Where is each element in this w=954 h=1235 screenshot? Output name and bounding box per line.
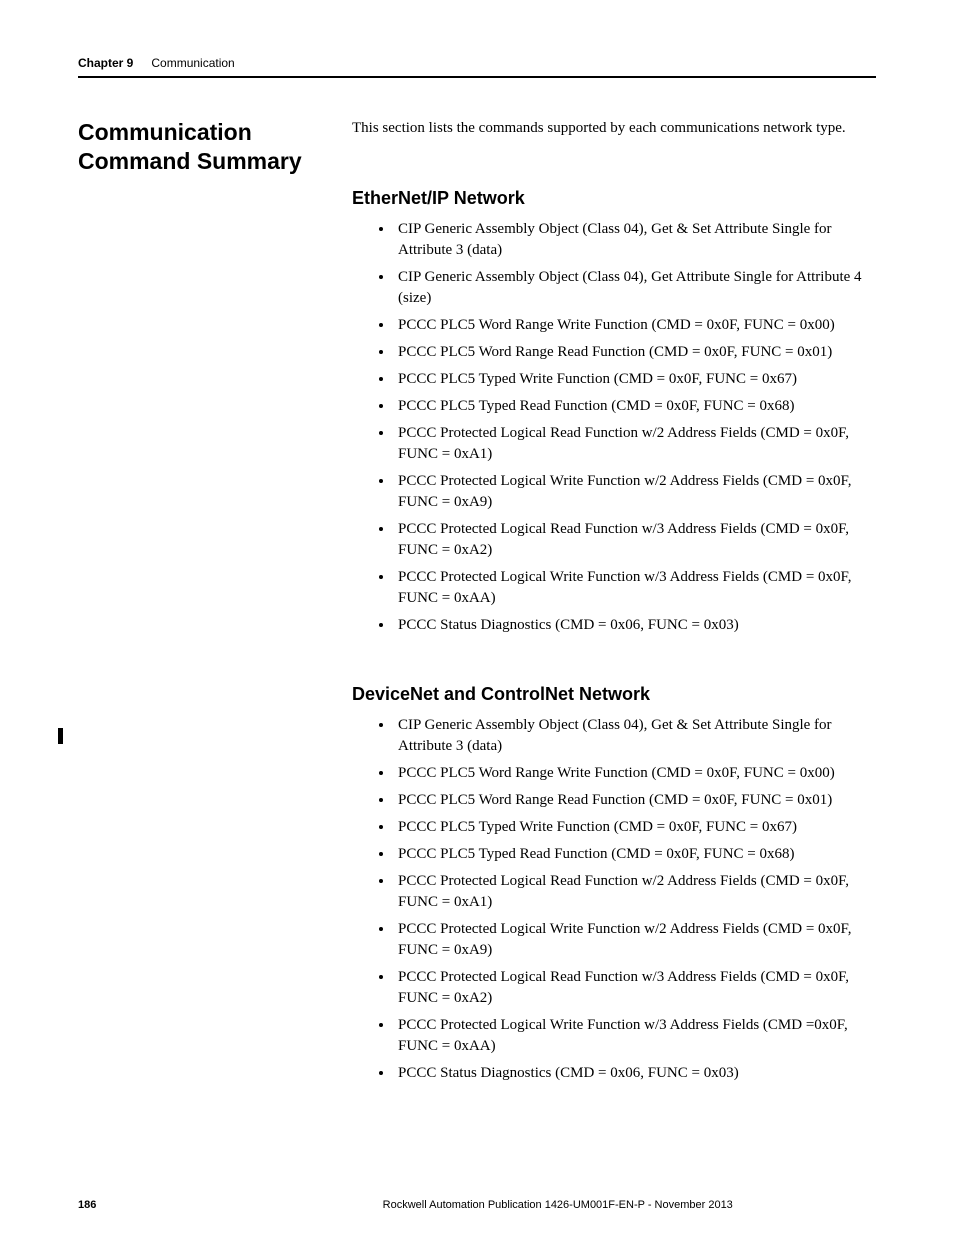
list-item: PCCC PLC5 Typed Read Function (CMD = 0x0…: [394, 396, 876, 417]
subsection-heading-ethernet: EtherNet/IP Network: [352, 188, 876, 209]
page-footer: 186 Rockwell Automation Publication 1426…: [78, 1199, 876, 1211]
publication-info: Rockwell Automation Publication 1426-UM0…: [383, 1199, 733, 1211]
subsection-heading-devicenet: DeviceNet and ControlNet Network: [352, 684, 876, 705]
list-item: PCCC PLC5 Word Range Write Function (CMD…: [394, 763, 876, 784]
list-item: CIP Generic Assembly Object (Class 04), …: [394, 715, 876, 757]
section-heading: Communication Command Summary: [78, 118, 318, 176]
page-number: 186: [78, 1199, 96, 1211]
list-item: PCCC Status Diagnostics (CMD = 0x06, FUN…: [394, 615, 876, 636]
running-head: Chapter 9 Communication: [78, 56, 876, 78]
list-item: CIP Generic Assembly Object (Class 04), …: [394, 219, 876, 261]
list-item: PCCC Protected Logical Write Function w/…: [394, 919, 876, 961]
list-item: PCCC Protected Logical Read Function w/3…: [394, 967, 876, 1009]
running-head-title: Communication: [151, 56, 234, 70]
list-item: PCCC Protected Logical Read Function w/2…: [394, 423, 876, 465]
ethernet-list: CIP Generic Assembly Object (Class 04), …: [394, 219, 876, 636]
list-item: PCCC Protected Logical Write Function w/…: [394, 471, 876, 513]
intro-paragraph: This section lists the commands supporte…: [352, 118, 876, 140]
list-item: PCCC PLC5 Word Range Write Function (CMD…: [394, 315, 876, 336]
list-item: PCCC PLC5 Typed Write Function (CMD = 0x…: [394, 369, 876, 390]
list-item: PCCC PLC5 Word Range Read Function (CMD …: [394, 342, 876, 363]
list-item: PCCC Protected Logical Write Function w/…: [394, 1015, 876, 1057]
change-bar-icon: [58, 728, 63, 744]
list-item: PCCC PLC5 Typed Read Function (CMD = 0x0…: [394, 844, 876, 865]
running-head-chapter: Chapter 9: [78, 56, 133, 70]
list-item: PCCC Status Diagnostics (CMD = 0x06, FUN…: [394, 1063, 876, 1084]
list-item: PCCC Protected Logical Read Function w/2…: [394, 871, 876, 913]
list-item: PCCC PLC5 Word Range Read Function (CMD …: [394, 790, 876, 811]
list-item: PCCC Protected Logical Read Function w/3…: [394, 519, 876, 561]
list-item: PCCC PLC5 Typed Write Function (CMD = 0x…: [394, 817, 876, 838]
devicenet-list: CIP Generic Assembly Object (Class 04), …: [394, 715, 876, 1084]
list-item: CIP Generic Assembly Object (Class 04), …: [394, 267, 876, 309]
list-item: PCCC Protected Logical Write Function w/…: [394, 567, 876, 609]
